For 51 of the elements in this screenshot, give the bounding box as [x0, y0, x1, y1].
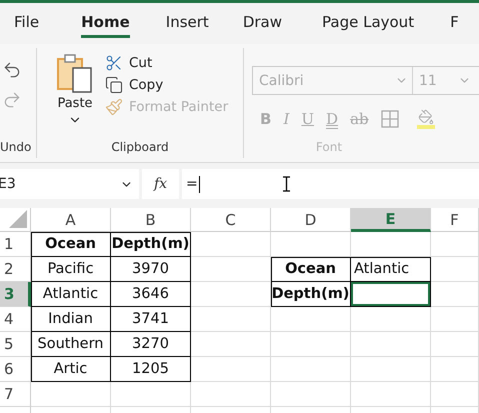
paste-icon: [56, 54, 94, 94]
formula-bar[interactable]: =: [182, 169, 479, 199]
column-header[interactable]: F: [431, 208, 479, 232]
table-cell[interactable]: Pacific: [31, 257, 111, 282]
row-header[interactable]: 2: [0, 257, 31, 282]
group-label: Undo: [0, 140, 32, 156]
table-cell[interactable]: Artic: [31, 357, 111, 382]
select-all-button[interactable]: [0, 208, 31, 232]
paintbrush-icon: [105, 98, 123, 116]
ribbon-tab[interactable]: Insert: [166, 3, 209, 38]
row-header[interactable]: 3: [0, 282, 31, 307]
grid-cell[interactable]: [351, 282, 431, 307]
paste-button[interactable]: Paste: [51, 54, 99, 140]
row-header[interactable]: 4: [0, 307, 31, 332]
borders-icon[interactable]: [380, 110, 399, 128]
table-cell[interactable]: Depth(m): [271, 282, 351, 307]
table-cell[interactable]: Southern: [31, 332, 111, 357]
table-cell[interactable]: 3970: [111, 257, 191, 282]
table-cell[interactable]: Depth(m): [111, 232, 191, 257]
column-header[interactable]: C: [191, 208, 271, 232]
table-cell[interactable]: Ocean: [31, 232, 111, 257]
table-cell[interactable]: 1205: [111, 357, 191, 382]
column-header[interactable]: B: [111, 208, 191, 232]
row-header[interactable]: 1: [0, 232, 31, 257]
cut-button[interactable]: Cut: [105, 54, 228, 72]
table-cell[interactable]: 3646: [111, 282, 191, 307]
scissors-icon: [105, 54, 123, 72]
ribbon-tab[interactable]: Draw: [242, 3, 282, 38]
ribbon-tab[interactable]: Home: [81, 3, 130, 38]
column-header[interactable]: D: [271, 208, 351, 232]
row-header[interactable]: 6: [0, 357, 31, 382]
copy-button[interactable]: Copy: [105, 76, 228, 94]
column-header[interactable]: A: [31, 208, 111, 232]
fill-color-icon[interactable]: [416, 109, 435, 129]
table-cell[interactable]: Atlantic: [31, 282, 111, 307]
column-header[interactable]: E: [351, 208, 431, 232]
table-cell[interactable]: 3741: [111, 307, 191, 332]
ribbon-tab[interactable]: Page Layout: [322, 3, 414, 38]
ribbon-tab[interactable]: File: [14, 3, 40, 38]
table-cell[interactable]: Ocean: [271, 257, 351, 282]
group-label: Clipboard: [110, 140, 170, 156]
group-label: Font: [314, 140, 344, 156]
table-cell[interactable]: 3270: [111, 332, 191, 357]
text-cursor-icon: [282, 176, 291, 192]
table-cell[interactable]: Atlantic: [351, 257, 431, 282]
insert-function-button[interactable]: fx: [142, 169, 179, 199]
row-header[interactable]: 7: [0, 382, 31, 407]
ribbon-tab[interactable]: F: [450, 3, 459, 38]
table-cell[interactable]: Indian: [31, 307, 111, 332]
copy-icon: [105, 76, 123, 94]
row-header[interactable]: 5: [0, 332, 31, 357]
